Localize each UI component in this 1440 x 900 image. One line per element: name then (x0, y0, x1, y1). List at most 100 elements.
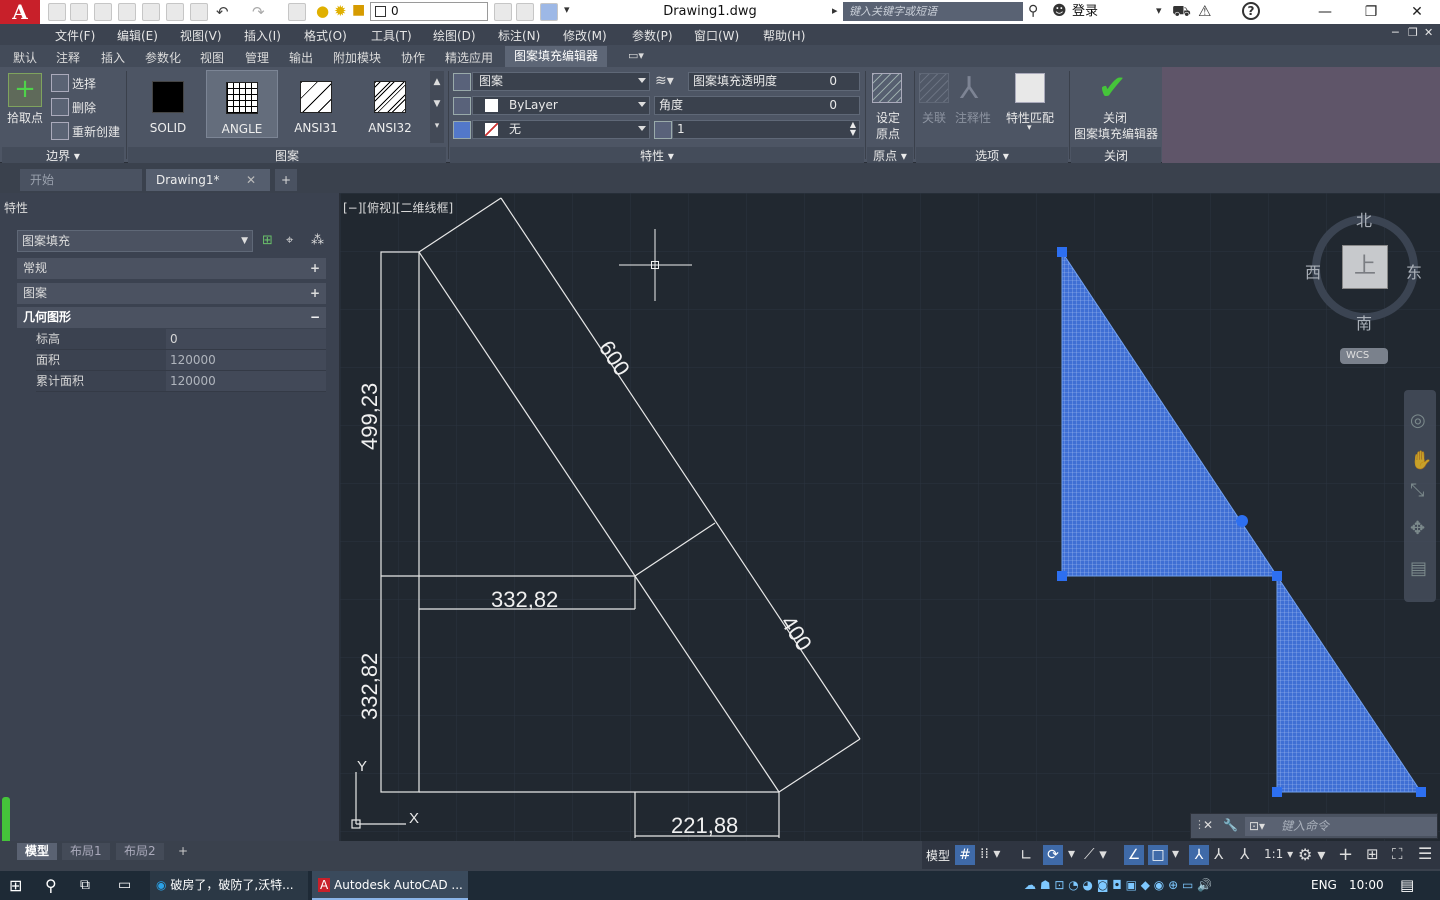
close-editor-label-2[interactable]: 图案填充编辑器 (1074, 125, 1158, 142)
help-icon[interactable]: ? (1242, 2, 1260, 20)
layout-tab-1[interactable]: 布局1 (62, 843, 110, 860)
menu-draw[interactable]: 绘图(D) (433, 27, 476, 44)
viewcube-east[interactable]: 东 (1406, 259, 1422, 283)
match-dropdown-icon[interactable]: ▾ (1027, 123, 1032, 133)
layout-tab-2[interactable]: 布局2 (116, 843, 164, 860)
ortho-icon[interactable]: ∟ (1020, 846, 1033, 864)
cart-icon[interactable]: ⛟ (1172, 2, 1191, 22)
menu-parametric[interactable]: 参数(P) (632, 27, 673, 44)
lightbulb-icon[interactable]: ● (316, 2, 329, 20)
viewcube-west[interactable]: 西 (1305, 259, 1321, 283)
isodraft-icon[interactable]: ⟋ ▾ (1084, 845, 1107, 863)
close-editor-label-1[interactable]: 关闭 (1103, 109, 1127, 126)
object-snap-tracking-icon[interactable]: ∠ (1124, 845, 1144, 865)
quick-select-icon[interactable]: ⁂ (311, 233, 324, 248)
tab-manage[interactable]: 管理 (245, 49, 269, 66)
layer-match-icon[interactable] (516, 3, 534, 21)
annotative-icon[interactable]: ⅄ (960, 71, 978, 106)
tab-close-icon[interactable]: ✕ (246, 169, 256, 191)
search-input[interactable]: 键入关键字或短语 (843, 2, 1023, 21)
model-space-toggle[interactable]: 模型 (926, 847, 950, 864)
units-icon[interactable]: ⊞ (1366, 845, 1379, 863)
desktop-icon[interactable]: ▭ (118, 871, 131, 900)
doc-restore-icon[interactable]: ❐ (1408, 26, 1418, 39)
lock-icon[interactable]: ■ (352, 2, 365, 18)
annotation-visibility-icon[interactable]: ⅄ (1189, 845, 1209, 865)
clock[interactable]: 10:00 (1349, 871, 1384, 900)
pan-hand-icon[interactable]: ✋ (1410, 450, 1432, 471)
binoculars-icon[interactable]: ⚲ (1028, 3, 1038, 19)
annotative-label[interactable]: 注释性 (955, 109, 991, 126)
annotation-scale-dropdown[interactable]: 1:1 ▾ (1264, 847, 1293, 861)
polar-icon[interactable]: ⟳ (1043, 845, 1063, 865)
osnap-dropdown-icon[interactable]: ▾ (1172, 846, 1179, 862)
remove-boundary-icon[interactable] (51, 98, 69, 116)
select-button[interactable]: 选择 (72, 75, 96, 92)
workspace-gear-icon[interactable]: ⚙ ▾ (1298, 845, 1325, 864)
windows-start-icon[interactable]: ⊞ (9, 871, 22, 900)
doc-close-icon[interactable]: ✕ (1424, 26, 1433, 39)
layout-tab-model[interactable]: 模型 (17, 843, 58, 860)
section-geometry[interactable]: 几何图形 − (17, 307, 326, 328)
set-origin-label-1[interactable]: 设定 (876, 109, 900, 126)
checkmark-icon[interactable]: ✔ (1098, 71, 1127, 105)
angle-field[interactable]: 角度 0 (654, 96, 860, 115)
tray-icons[interactable]: ☁ ☗ ⊡ ◔ ◕ ◙ ◘ ▣ ◆ ◉ ⊕ ▭ 🔊 (1024, 871, 1212, 900)
drawing-canvas[interactable]: 600 400 499,23 332,82 332,82 221,88 Y X (340, 193, 1440, 841)
cmd-close-icon[interactable]: ✕ (1203, 818, 1213, 832)
autodesk-a360-icon[interactable]: ⚠ (1198, 2, 1211, 20)
tab-addins[interactable]: 附加模块 (333, 49, 381, 66)
origin-group-label[interactable]: 原点 ▾ (867, 147, 913, 163)
taskbar-browser[interactable]: ◉ 破房了，破防了,沃特... (150, 871, 308, 900)
wcs-menu[interactable]: WCS (1340, 348, 1388, 364)
set-origin-label-2[interactable]: 原点 (876, 125, 900, 142)
toggle-pickadd-icon[interactable]: ⊞ (262, 233, 273, 248)
selection-dropdown[interactable]: 图案填充 ▼ (17, 230, 253, 252)
doc-minimize-icon[interactable]: ─ (1392, 26, 1399, 39)
minimize-button[interactable]: — (1302, 0, 1348, 24)
command-input[interactable]: ⊡▾ 键入命令 (1245, 817, 1437, 836)
taskbar-autocad[interactable]: A Autodesk AutoCAD ... (312, 871, 468, 900)
menu-window[interactable]: 窗口(W) (694, 27, 739, 44)
pattern-angle[interactable]: ANGLE (206, 70, 278, 138)
restore-button[interactable]: ❐ (1348, 0, 1394, 24)
remove-button[interactable]: 删除 (72, 99, 96, 116)
set-origin-icon[interactable] (872, 73, 902, 103)
properties-group-label[interactable]: 特性 ▾ (450, 147, 864, 163)
pattern-solid[interactable]: SOLID (132, 70, 204, 138)
menu-tools[interactable]: 工具(T) (371, 27, 412, 44)
transparency-icon[interactable]: ≋▾ (655, 73, 674, 89)
pattern-ansi32[interactable]: ANSI32 (354, 70, 426, 138)
tab-parametric[interactable]: 参数化 (145, 49, 181, 66)
menu-help[interactable]: 帮助(H) (763, 27, 805, 44)
tab-annotate[interactable]: 注释 (56, 49, 80, 66)
tab-hatch-editor[interactable]: 图案填充编辑器 (505, 46, 607, 67)
transparency-field[interactable]: 图案填充透明度 0 (688, 72, 860, 91)
open-icon[interactable] (70, 3, 88, 21)
associative-label[interactable]: 关联 (922, 109, 946, 126)
task-view-icon[interactable]: ⧉ (80, 871, 90, 900)
menu-file[interactable]: 文件(F) (55, 27, 95, 44)
boundary-group-label[interactable]: 边界 ▾ (2, 147, 124, 163)
viewcube-north[interactable]: 北 (1356, 207, 1372, 231)
layer-props-icon[interactable] (494, 3, 512, 21)
notification-icon[interactable]: ▤ (1400, 871, 1414, 900)
tab-drawing1[interactable]: Drawing1* ✕ (146, 169, 270, 191)
polar-dropdown-icon[interactable]: ▾ (1068, 846, 1075, 862)
options-group-label[interactable]: 选项 ▾ (916, 147, 1068, 163)
model-space[interactable]: 600 400 499,23 332,82 332,82 221,88 Y X (340, 193, 1440, 841)
menu-dimension[interactable]: 标注(N) (498, 27, 540, 44)
pattern-ansi31[interactable]: ANSI31 (280, 70, 352, 138)
add-tab-button[interactable]: + (275, 169, 297, 191)
login-button[interactable]: 登录 (1072, 0, 1098, 24)
cmd-customize-icon[interactable]: 🔧 (1223, 818, 1238, 832)
layer-dropdown[interactable]: 0 (370, 2, 488, 21)
viewcube-top-face[interactable]: 上 (1342, 245, 1388, 289)
viewport-controls-label[interactable]: [−][俯视][二维线框] (343, 199, 453, 216)
snap-icon[interactable]: ⁞⁞ ▾ (980, 846, 1000, 862)
prop-elevation[interactable]: 标高 0 (36, 329, 326, 350)
mobile-icon[interactable] (166, 3, 184, 21)
object-snap-icon[interactable]: □ (1148, 845, 1168, 865)
associative-icon[interactable] (919, 73, 949, 103)
annotation-scale-icon[interactable]: ⅄ (1240, 845, 1249, 863)
